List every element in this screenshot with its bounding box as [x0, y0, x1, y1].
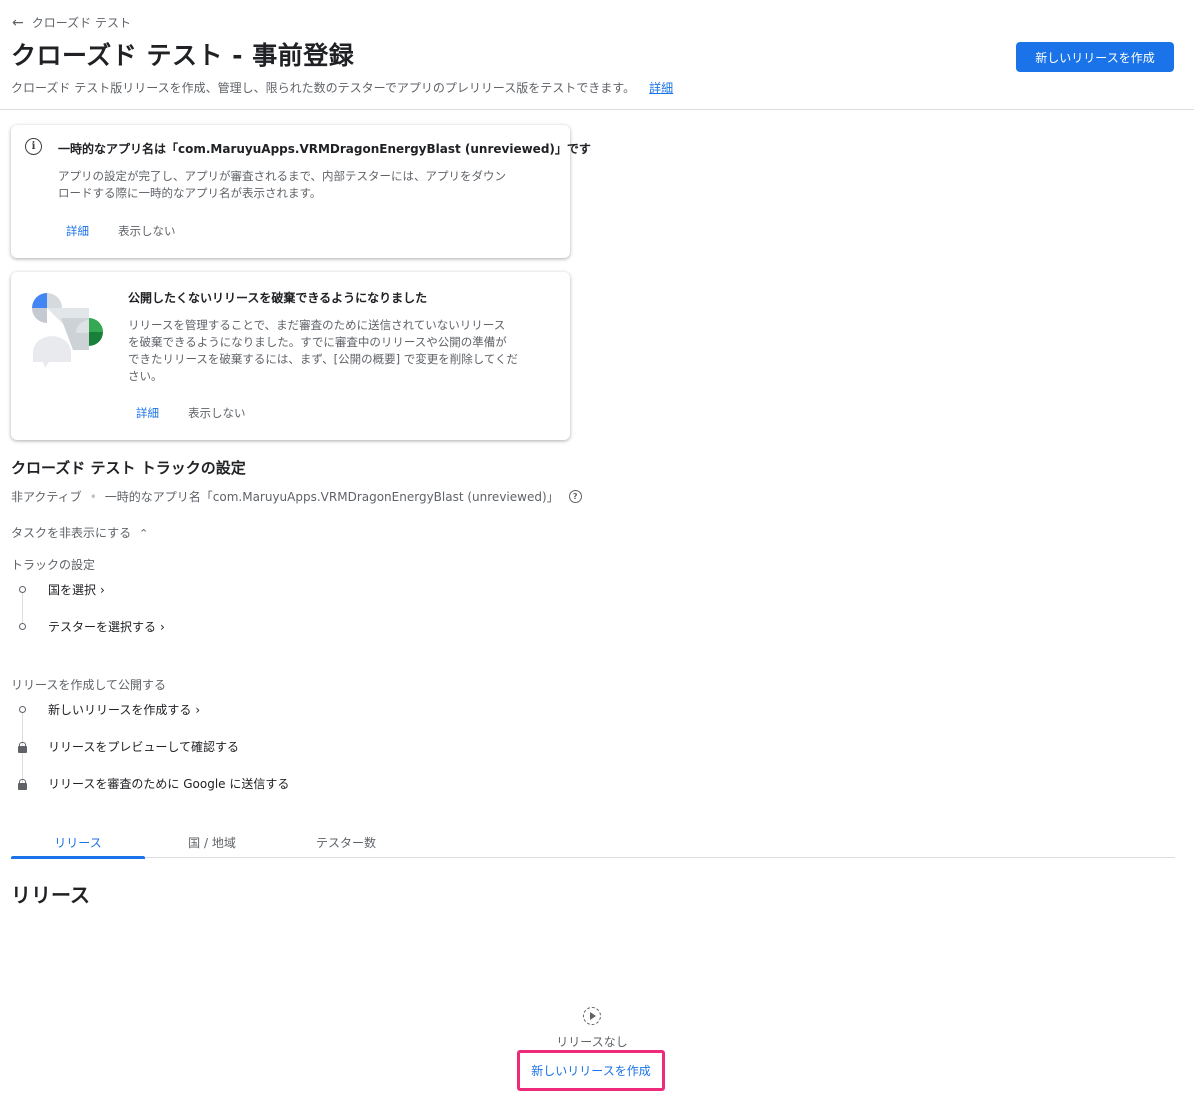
- lock-icon: [16, 741, 29, 753]
- chevron-right-icon: ›: [100, 582, 105, 597]
- task-status-circle-icon: [16, 706, 29, 713]
- info-icon: i: [25, 138, 42, 155]
- chevron-right-icon: ›: [160, 619, 165, 634]
- releases-heading: リリース: [11, 883, 90, 907]
- task-label: リリースをプレビューして確認する: [48, 740, 240, 754]
- task-preview-release: リリースをプレビューして確認する: [16, 738, 239, 755]
- notice-card-dismiss[interactable]: 表示しない: [118, 223, 176, 239]
- discard-card-body-line: リリースを管理することで、まだ審査のために送信されていないリリース: [128, 318, 506, 332]
- track-status-line: 非アクティブ • 一時的なアプリ名「com.MaruyuApps.VRMDrag…: [11, 488, 582, 505]
- task-select-testers[interactable]: テスターを選択する ›: [16, 618, 165, 635]
- task-status-circle-icon: [16, 586, 29, 593]
- chevron-right-icon: ›: [195, 702, 201, 717]
- track-tabs: リリース 国 / 地域 テスター数: [11, 826, 1175, 859]
- release-illustration: [32, 293, 103, 368]
- hide-tasks-toggle[interactable]: タスクを非表示にする ⌄: [11, 524, 148, 541]
- track-setup-group-label: トラックの設定: [11, 558, 96, 572]
- task-label: リリースを審査のために Google に送信する: [48, 777, 290, 791]
- temporary-app-name-card: i 一時的なアプリ名は「com.MaruyuApps.VRMDragonEner…: [11, 125, 591, 258]
- notice-card-learn-more[interactable]: 詳細: [66, 223, 89, 239]
- hide-tasks-label: タスクを非表示にする: [11, 526, 132, 540]
- lock-icon: [16, 778, 29, 790]
- tab-countries[interactable]: 国 / 地域: [145, 826, 279, 858]
- back-link-label: クローズド テスト: [31, 16, 131, 30]
- help-icon[interactable]: ?: [568, 490, 582, 503]
- create-publish-group-label: リリースを作成して公開する: [11, 678, 167, 692]
- discard-card-body: リリースを管理することで、まだ審査のために送信されていないリリース を破棄できる…: [128, 317, 518, 385]
- no-release-icon: [583, 1007, 601, 1025]
- track-status: 非アクティブ: [11, 490, 82, 504]
- back-link[interactable]: ← クローズド テスト: [12, 14, 131, 31]
- notice-card-body-line: ロードする際に一時的なアプリ名が表示されます。: [58, 186, 322, 200]
- temporary-app-name: 一時的なアプリ名「com.MaruyuApps.VRMDragonEnergyB…: [104, 490, 559, 504]
- task-submit-review: リリースを審査のために Google に送信する: [16, 775, 289, 792]
- page-title: クローズド テスト - 事前登録: [11, 41, 355, 70]
- create-release-button[interactable]: 新しいリリースを作成: [1016, 42, 1174, 72]
- discard-card-body-line: さい。: [128, 369, 163, 383]
- task-label: テスターを選択する: [48, 620, 157, 634]
- header-divider: [0, 109, 1194, 110]
- notice-card-body-line: アプリの設定が完了し、アプリが審査されるまで、内部テスターには、アプリをダウン: [58, 169, 507, 183]
- discard-release-card: 公開したくないリリースを破棄できるようになりました リリースを管理することで、ま…: [11, 272, 570, 440]
- task-label: 国を選択: [48, 583, 97, 597]
- tab-releases[interactable]: リリース: [11, 826, 145, 859]
- discard-card-title: 公開したくないリリースを破棄できるようになりました: [128, 291, 428, 305]
- track-settings-title: クローズド テスト トラックの設定: [11, 459, 246, 477]
- chevron-up-icon: ⌄: [139, 526, 149, 539]
- task-status-circle-icon: [16, 623, 29, 630]
- page-learn-more-link[interactable]: 詳細: [649, 81, 673, 95]
- arrow-left-icon: ←: [12, 14, 24, 31]
- discard-card-learn-more[interactable]: 詳細: [136, 405, 159, 421]
- task-label: 新しいリリースを作成する: [48, 703, 192, 717]
- page-description: クローズド テスト版リリースを作成、管理し、限られた数のテスターでアプリのプレリ…: [11, 79, 673, 96]
- status-separator: •: [89, 489, 97, 504]
- task-select-countries[interactable]: 国を選択 ›: [16, 581, 105, 598]
- page-description-text: クローズド テスト版リリースを作成、管理し、限られた数のテスターでアプリのプレリ…: [11, 81, 636, 95]
- no-release-text: リリースなし: [556, 1035, 628, 1049]
- discard-card-body-line: できたリリースを破棄するには、まず、[公開の概要] で変更を削除してくだ: [128, 352, 519, 366]
- empty-create-release-button[interactable]: 新しいリリースを作成: [517, 1050, 665, 1091]
- task-create-release[interactable]: 新しいリリースを作成する ›: [16, 701, 200, 718]
- notice-card-title: 一時的なアプリ名は「com.MaruyuApps.VRMDragonEnergy…: [58, 142, 591, 156]
- discard-card-body-line: を破棄できるようになりました。すでに審査中のリリースや公開の準備が: [128, 335, 507, 349]
- tab-testers[interactable]: テスター数: [279, 826, 413, 858]
- discard-card-dismiss[interactable]: 表示しない: [188, 405, 246, 421]
- notice-card-body: アプリの設定が完了し、アプリが審査されるまで、内部テスターには、アプリをダウン …: [58, 168, 506, 202]
